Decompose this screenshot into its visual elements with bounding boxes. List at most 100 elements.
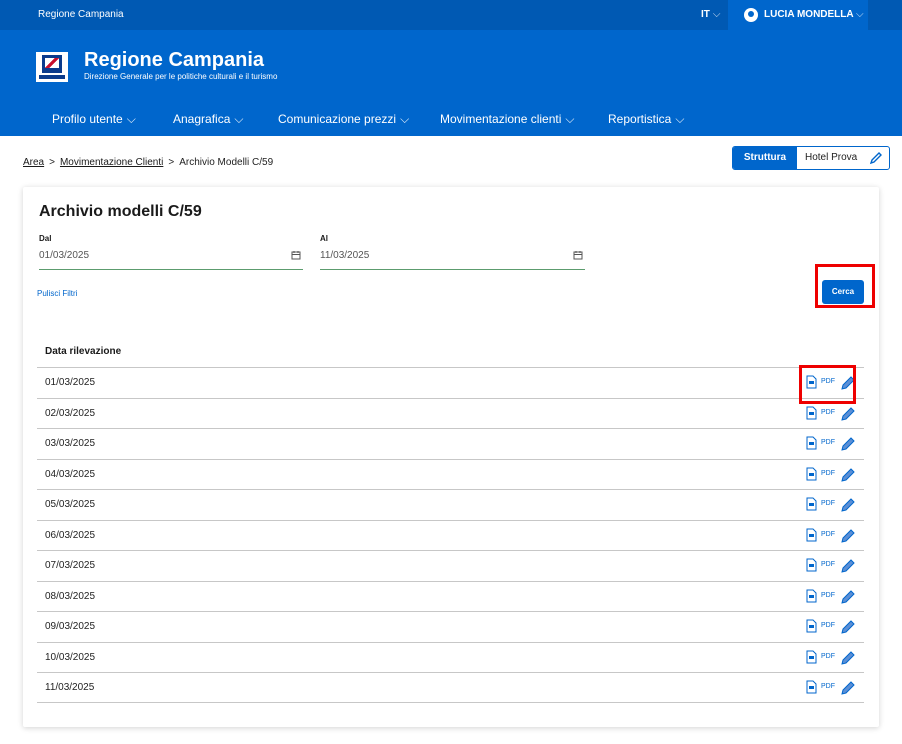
table-row: 05/03/2025 PDF <box>37 489 864 520</box>
dal-label: Dal <box>39 234 52 243</box>
table-row: 11/03/2025 PDF <box>37 672 864 703</box>
file-icon[interactable] <box>806 650 817 664</box>
dal-date-field[interactable]: 01/03/2025 <box>39 245 303 270</box>
row-actions: PDF <box>806 558 858 574</box>
nav-profilo-utente[interactable]: Profilo utente ⌵ <box>52 112 136 127</box>
pdf-link[interactable]: PDF <box>821 592 835 599</box>
language-label: IT <box>701 9 710 20</box>
site-title[interactable]: Regione Campania <box>84 49 264 72</box>
row-date: 07/03/2025 <box>45 560 96 571</box>
pencil-icon[interactable] <box>840 650 856 666</box>
row-date: 11/03/2025 <box>45 682 95 693</box>
file-icon[interactable] <box>806 528 817 542</box>
pencil-icon[interactable] <box>840 528 856 544</box>
breadcrumb-area[interactable]: Area <box>23 157 44 168</box>
pdf-link[interactable]: PDF <box>821 561 835 568</box>
row-actions: PDF <box>806 680 858 696</box>
nav-anagrafica[interactable]: Anagrafica ⌵ <box>173 112 243 127</box>
table-bottom-border <box>37 702 864 703</box>
row-actions: PDF <box>806 650 858 666</box>
breadcrumb-current: Archivio Modelli C/59 <box>179 157 274 168</box>
calendar-icon[interactable] <box>291 250 301 260</box>
pdf-link[interactable]: PDF <box>821 500 835 507</box>
pdf-link[interactable]: PDF <box>821 470 835 477</box>
pdf-link[interactable]: PDF <box>821 409 835 416</box>
struttura-value: Hotel Prova <box>805 152 858 163</box>
user-avatar-icon <box>744 8 758 22</box>
clear-filters-link[interactable]: Pulisci Filtri <box>37 289 77 298</box>
chevron-down-icon: ⌵ <box>675 112 685 126</box>
table-row: 02/03/2025 PDF <box>37 397 864 429</box>
breadcrumb: Area > Movimentazione Clienti > Archivio Mod… <box>23 157 274 168</box>
top-bar: Regione Campania IT ⌵ LUCIA MONDELLA ⌵ <box>0 0 902 30</box>
al-label: Al <box>320 234 328 243</box>
row-date: 10/03/2025 <box>45 651 96 663</box>
row-date: 03/03/2025 <box>45 438 96 449</box>
pencil-icon[interactable] <box>840 406 856 422</box>
row-date: 06/03/2025 <box>45 529 96 541</box>
pencil-icon[interactable] <box>840 467 856 483</box>
breadcrumb-movimentazione[interactable]: Movimentazione Clienti <box>60 157 163 168</box>
table-row: 10/03/2025 PDF <box>37 641 864 673</box>
table-row: 03/03/2025 PDF <box>37 428 864 459</box>
file-icon[interactable] <box>806 589 817 603</box>
file-icon[interactable] <box>806 436 817 450</box>
row-date: 01/03/2025 <box>45 377 96 388</box>
pdf-link[interactable]: PDF <box>821 439 835 446</box>
file-icon[interactable] <box>806 497 817 511</box>
page-title: Archivio modelli C/59 <box>39 203 202 220</box>
site-subtitle: Direzione Generale per le politiche cult… <box>84 72 278 81</box>
pdf-link[interactable]: PDF <box>821 683 835 690</box>
file-icon[interactable] <box>806 467 817 481</box>
row-actions: PDF <box>806 497 858 513</box>
row-actions: PDF <box>806 467 858 483</box>
pencil-icon[interactable] <box>840 436 856 452</box>
search-button[interactable]: Cerca <box>822 280 864 304</box>
org-name: Regione Campania <box>38 9 124 20</box>
pencil-icon[interactable] <box>840 680 856 696</box>
file-icon[interactable] <box>806 406 817 420</box>
table-row: 06/03/2025 PDF <box>37 519 864 551</box>
pencil-icon[interactable] <box>840 497 856 513</box>
pencil-icon[interactable] <box>840 558 856 574</box>
struttura-label: Struttura <box>733 147 797 169</box>
nav-comunicazione-prezzi[interactable]: Comunicazione prezzi ⌵ <box>278 112 409 127</box>
struttura-selector[interactable]: Struttura Hotel Prova <box>732 146 890 170</box>
chevron-down-icon: ⌵ <box>400 112 410 126</box>
file-icon[interactable] <box>806 619 817 633</box>
row-date: 02/03/2025 <box>45 407 96 419</box>
language-selector[interactable]: IT ⌵ <box>701 9 720 20</box>
region-logo[interactable] <box>36 52 68 82</box>
row-actions: PDF <box>806 406 858 422</box>
row-actions: PDF <box>806 436 858 452</box>
table-row: 08/03/2025 PDF <box>37 580 864 612</box>
calendar-icon[interactable] <box>573 250 583 260</box>
pdf-link[interactable]: PDF <box>821 622 835 629</box>
row-actions: PDF <box>806 528 858 544</box>
user-menu[interactable]: LUCIA MONDELLA ⌵ <box>728 0 868 30</box>
al-date-field[interactable]: 11/03/2025 <box>320 245 585 270</box>
row-date: 04/03/2025 <box>45 468 96 480</box>
pencil-icon[interactable] <box>840 619 856 635</box>
row-date: 09/03/2025 <box>45 621 96 632</box>
row-date: 08/03/2025 <box>45 590 96 602</box>
table-row: 07/03/2025 PDF <box>37 550 864 581</box>
archive-card: Archivio modelli C/59 Dal 01/03/2025 Al … <box>23 187 879 727</box>
row-date: 05/03/2025 <box>45 499 96 510</box>
file-icon[interactable] <box>806 558 817 572</box>
chevron-down-icon: ⌵ <box>126 112 136 126</box>
chevron-down-icon: ⌵ <box>565 112 575 126</box>
row-actions: PDF <box>806 589 858 605</box>
pdf-link[interactable]: PDF <box>821 531 835 538</box>
column-header: Data rilevazione <box>45 346 122 357</box>
chevron-down-icon: ⌵ <box>712 9 721 20</box>
user-name: LUCIA MONDELLA ⌵ <box>764 9 864 20</box>
table-row: 04/03/2025 PDF <box>37 458 864 490</box>
file-icon[interactable] <box>806 680 817 694</box>
table-row: 01/03/2025 PDF <box>37 367 864 398</box>
pdf-link[interactable]: PDF <box>821 653 835 660</box>
nav-reportistica[interactable]: Reportistica ⌵ <box>608 112 684 127</box>
pencil-icon[interactable] <box>869 151 883 165</box>
nav-movimentazione-clienti[interactable]: Movimentazione clienti ⌵ <box>440 112 575 127</box>
pencil-icon[interactable] <box>840 589 856 605</box>
